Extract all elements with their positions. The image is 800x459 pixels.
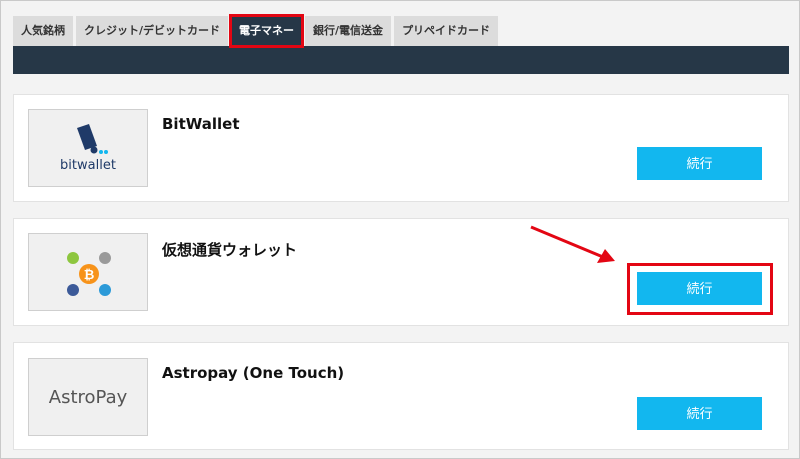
crypto-wallet-logo: ₿ (28, 233, 148, 311)
continue-button-bitwallet[interactable]: 続行 (637, 147, 762, 180)
bitwallet-logo: bitwallet (28, 109, 148, 187)
tab-bank-wire[interactable]: 銀行/電信送金 (305, 16, 392, 46)
red-arrow-icon (530, 225, 615, 263)
bitwallet-logo-text: bitwallet (60, 158, 116, 173)
astropay-logo-text: AstroPay (48, 387, 128, 408)
tab-popular[interactable]: 人気銘柄 (13, 16, 73, 46)
payment-card-bitwallet: bitwallet BitWallet 続行 (13, 94, 789, 202)
astropay-logo: AstroPay (28, 358, 148, 436)
tab-credit-debit-card[interactable]: クレジット/デビットカード (76, 16, 229, 46)
payment-card-astropay: AstroPay Astropay (One Touch) 続行 (13, 342, 789, 450)
highlight-box (627, 263, 773, 315)
crypto-coins-icon: ₿ (67, 252, 111, 296)
continue-button-astropay[interactable]: 続行 (637, 397, 762, 430)
card-title: Astropay (One Touch) (162, 364, 345, 382)
tab-prepaid-card[interactable]: プリペイドカード (394, 16, 499, 46)
card-title: 仮想通貨ウォレット (162, 241, 298, 259)
tab-e-money[interactable]: 電子マネー (229, 14, 305, 48)
tab-content-bar (13, 46, 789, 74)
payment-category-tabs: 人気銘柄 クレジット/デビットカード 電子マネー 銀行/電信送金 プリペイドカー… (13, 14, 501, 48)
svg-text:₿: ₿ (84, 268, 95, 283)
card-title: BitWallet (162, 115, 240, 133)
